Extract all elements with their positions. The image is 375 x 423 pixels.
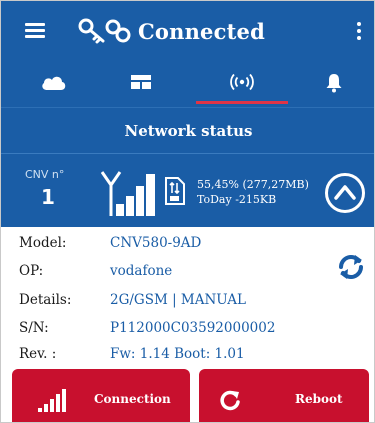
cnv-label: CNV n° [25, 168, 65, 181]
detail-key: Rev. : [19, 346, 57, 362]
tab-cloud[interactable] [9, 63, 99, 107]
detail-key: Details: [19, 292, 72, 308]
detail-value: CNV580-9AD [110, 235, 202, 251]
dashboard-icon [131, 75, 151, 89]
detail-key: Model: [19, 235, 67, 251]
signal-strength-icon [101, 171, 155, 216]
sim-card-icon [165, 177, 185, 205]
detail-value: P112000C03592000002 [110, 320, 276, 336]
detail-row-model: Model: CNV580-9AD [1, 231, 374, 255]
active-tab-indicator [196, 101, 288, 104]
connection-button[interactable]: Connection [12, 369, 190, 422]
keys-link-icon [78, 18, 131, 44]
detail-value: vodafone [110, 263, 173, 279]
tab-bar [1, 63, 374, 107]
data-usage: 55,45% (277,27MB) [197, 178, 309, 191]
tab-notifications[interactable] [289, 63, 374, 107]
connection-button-label: Connection [94, 392, 171, 406]
wireless-broadcast-icon [230, 73, 254, 91]
more-options-icon[interactable] [356, 21, 362, 41]
cloud-icon [42, 76, 66, 90]
cnv-value: 1 [41, 185, 55, 209]
bell-icon [326, 74, 342, 93]
detail-value: Fw: 1.14 Boot: 1.01 [110, 346, 245, 362]
reboot-icon [220, 390, 240, 411]
collapse-button[interactable] [325, 173, 365, 213]
device-details: Model: CNV580-9AD OP: vodafone Details: … [1, 227, 374, 369]
detail-row-op: OP: vodafone [1, 259, 374, 283]
reboot-button-label: Reboot [295, 392, 343, 406]
section-header: Network status [1, 107, 374, 153]
detail-key: OP: [19, 263, 44, 279]
detail-key: S/N: [19, 320, 49, 336]
reboot-button[interactable]: Reboot [199, 369, 369, 422]
tab-dashboard[interactable] [96, 63, 186, 107]
detail-value: 2G/GSM | MANUAL [110, 292, 246, 308]
app-window: Connected Network status CNV n° 1 55,45%… [0, 0, 375, 423]
detail-row-revision: Rev. : Fw: 1.14 Boot: 1.01 [1, 342, 374, 366]
today-usage: ToDay -215KB [197, 193, 277, 206]
section-title: Network status [124, 122, 253, 140]
refresh-icon[interactable] [334, 250, 368, 284]
app-bar: Connected [1, 1, 374, 63]
detail-row-details: Details: 2G/GSM | MANUAL [1, 288, 374, 312]
signal-bars-icon [38, 389, 66, 412]
app-title: Connected [138, 19, 265, 44]
chevron-up-icon [334, 185, 356, 200]
detail-row-serial: S/N: P112000C03592000002 [1, 316, 374, 340]
menu-icon[interactable] [25, 23, 45, 39]
signal-panel: CNV n° 1 55,45% (277,27MB) ToDay -215KB [1, 153, 374, 227]
